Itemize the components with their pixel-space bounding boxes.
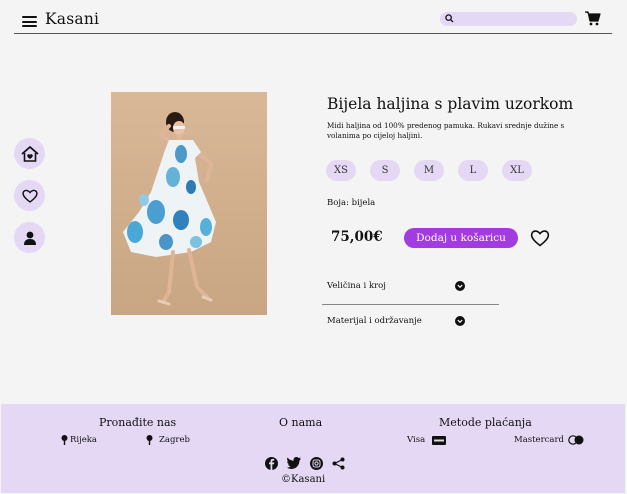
accordion-label: Veličina i kroj xyxy=(327,281,386,291)
size-option-l[interactable]: L xyxy=(458,160,488,181)
menu-icon[interactable] xyxy=(22,16,37,27)
payment-label: Visa xyxy=(407,435,426,445)
footer-find-us-heading: Pronađite nas xyxy=(99,416,177,429)
size-option-s[interactable]: S xyxy=(370,160,400,181)
chevron-down-icon xyxy=(455,316,465,326)
site-footer: Pronađite nas Rijeka Zagreb O nama Metod… xyxy=(1,404,625,493)
location-zagreb[interactable]: Zagreb xyxy=(146,435,190,445)
map-pin-icon xyxy=(61,435,68,445)
payment-label: Mastercard xyxy=(514,435,564,445)
home-button[interactable] xyxy=(14,138,45,169)
color-label: Boja: bijela xyxy=(327,198,376,208)
search-input[interactable] xyxy=(440,12,577,26)
search-icon xyxy=(445,14,454,23)
dress-model-illustration xyxy=(123,112,216,306)
site-header: Kasani xyxy=(14,8,612,34)
location-rijeka[interactable]: Rijeka xyxy=(61,435,97,445)
chevron-down-icon xyxy=(455,281,465,291)
add-to-cart-button[interactable]: Dodaj u košaricu xyxy=(404,228,518,248)
product-description: Midi haljina od 100% predenog pamuka. Ru… xyxy=(327,121,565,140)
map-pin-icon xyxy=(146,435,153,445)
home-icon xyxy=(20,145,39,162)
footer-about-link[interactable]: O nama xyxy=(279,416,322,429)
copyright: ©Kasani xyxy=(281,474,325,485)
add-to-wishlist-icon[interactable] xyxy=(530,229,550,251)
cart-icon[interactable] xyxy=(585,11,601,30)
product-price: 75,00€ xyxy=(331,229,383,245)
copyright-label: Kasani xyxy=(291,474,326,485)
size-option-m[interactable]: M xyxy=(414,160,444,181)
mastercard-icon xyxy=(568,435,584,445)
size-option-xs[interactable]: XS xyxy=(326,160,356,181)
instagram-icon[interactable] xyxy=(310,457,323,470)
location-label: Rijeka xyxy=(70,435,98,445)
visa-card-icon xyxy=(432,435,447,445)
size-option-xl[interactable]: XL xyxy=(502,160,532,181)
size-selector: XS S M L XL xyxy=(326,160,546,181)
accordion-label: Materijal i održavanje xyxy=(327,316,422,326)
social-links xyxy=(265,457,354,470)
twitter-icon[interactable] xyxy=(287,457,301,470)
accordion-material-care[interactable]: Materijal i održavanje xyxy=(322,305,499,339)
location-label: Zagreb xyxy=(159,435,190,445)
product-title: Bijela haljina s plavim uzorkom xyxy=(327,95,574,113)
profile-button[interactable] xyxy=(14,222,45,253)
wishlist-button[interactable] xyxy=(14,180,45,211)
site-logo[interactable]: Kasani xyxy=(45,10,99,28)
product-details-accordion: Veličina i kroj Materijal i održavanje xyxy=(322,276,499,339)
share-icon[interactable] xyxy=(332,457,345,470)
heart-icon xyxy=(21,189,38,203)
facebook-icon[interactable] xyxy=(265,457,278,470)
payment-mastercard: Mastercard xyxy=(514,435,584,445)
payment-visa: Visa xyxy=(407,435,447,445)
side-nav xyxy=(14,138,45,264)
product-image xyxy=(111,92,267,315)
user-icon xyxy=(23,231,36,245)
copyright-icon: © xyxy=(281,474,291,485)
footer-payment-heading: Metode plaćanja xyxy=(439,416,532,429)
accordion-size-fit[interactable]: Veličina i kroj xyxy=(322,276,499,305)
